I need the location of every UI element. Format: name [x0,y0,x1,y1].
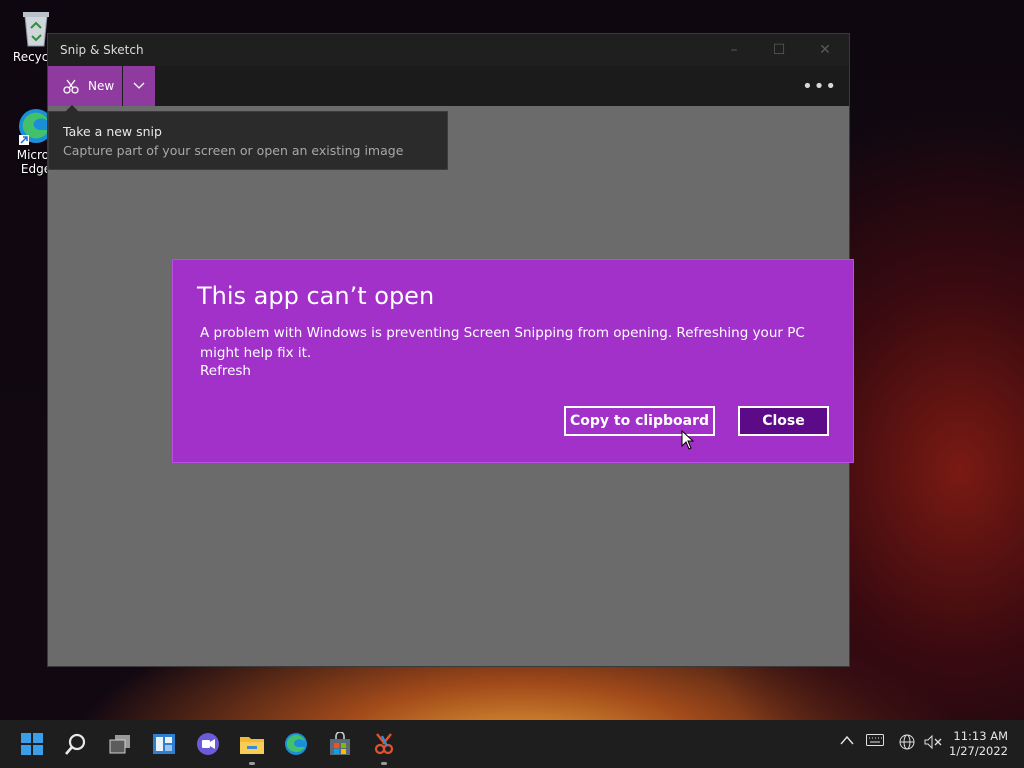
close-button[interactable]: Close [738,406,829,436]
active-indicator [381,762,387,765]
chevron-up-icon[interactable] [840,734,854,749]
tooltip-title: Take a new snip [63,124,162,139]
volume-muted-icon[interactable] [924,734,942,754]
title-bar[interactable]: Snip & Sketch – ☐ ✕ [48,34,849,66]
tooltip-subtitle: Capture part of your screen or open an e… [63,143,404,158]
start-icon[interactable] [18,730,46,758]
store-icon[interactable] [326,730,354,758]
more-options-icon[interactable]: ••• [802,76,837,97]
maximize-icon[interactable]: ☐ [767,40,791,60]
refresh-link[interactable]: Refresh [200,363,251,379]
new-snip-tooltip: Take a new snip Capture part of your scr… [48,105,448,170]
snip-icon [63,79,79,94]
new-dropdown-button[interactable] [123,66,155,106]
new-button-label: New [88,79,115,93]
window-title: Snip & Sketch [60,43,144,57]
active-indicator [249,762,255,765]
taskbar: 11:13 AM 1/27/2022 [0,720,1024,768]
keyboard-icon[interactable] [866,734,884,750]
mouse-cursor-icon [681,430,695,450]
clock-date: 1/27/2022 [949,744,1008,758]
edge-taskbar-icon[interactable] [282,730,310,758]
close-window-icon[interactable]: ✕ [813,40,837,60]
new-snip-button[interactable]: New [48,66,122,106]
minimize-icon[interactable]: – [722,40,746,60]
snip-sketch-taskbar-icon[interactable] [370,730,398,758]
error-dialog: This app can’t open A problem with Windo… [172,259,854,463]
toolbar: New ••• [48,66,849,106]
task-view-icon[interactable] [106,730,134,758]
chat-icon[interactable] [194,730,222,758]
widgets-icon[interactable] [150,730,178,758]
file-explorer-icon[interactable] [238,730,266,758]
search-icon[interactable] [62,730,90,758]
network-icon[interactable] [899,734,915,754]
clock-time: 11:13 AM [953,729,1008,743]
system-clock[interactable]: 11:13 AM 1/27/2022 [949,729,1008,759]
dialog-heading: This app can’t open [197,282,435,310]
chevron-down-icon [133,82,145,89]
dialog-message: A problem with Windows is preventing Scr… [200,325,805,361]
